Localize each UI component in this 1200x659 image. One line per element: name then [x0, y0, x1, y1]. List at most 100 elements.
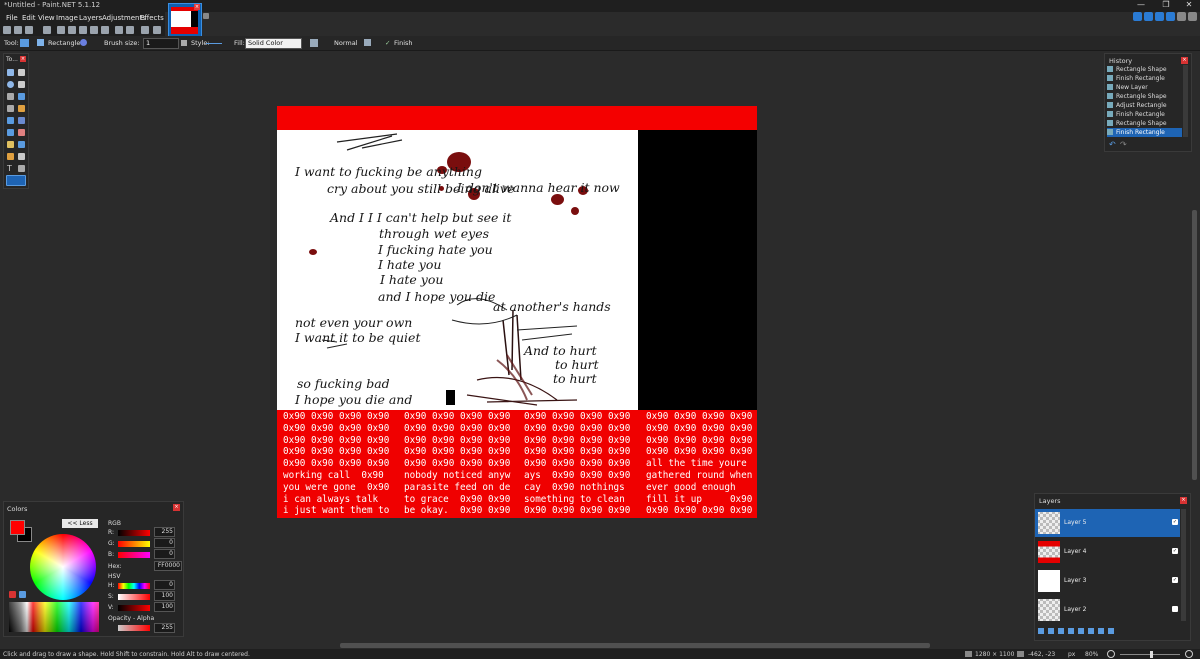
gradient-icon[interactable]: [18, 117, 25, 124]
layer-item[interactable]: Layer 3 ✓: [1035, 567, 1180, 595]
menu-edit[interactable]: Edit: [22, 14, 36, 22]
layer-visibility-checkbox[interactable]: ✓: [1172, 519, 1178, 525]
alpha-blending-icon[interactable]: [364, 39, 371, 46]
menu-effects[interactable]: Effects: [140, 14, 164, 22]
h-input[interactable]: 0: [154, 580, 175, 590]
layers-window-icon[interactable]: [1155, 12, 1164, 21]
close-tab-icon[interactable]: ×: [194, 4, 200, 10]
primary-color-swatch[interactable]: [10, 520, 25, 535]
help-icon[interactable]: [1188, 12, 1197, 21]
layers-scrollbar[interactable]: [1181, 509, 1186, 621]
tab-menu-icon[interactable]: [203, 13, 209, 19]
zoom-out-icon[interactable]: [1107, 650, 1115, 658]
open-icon[interactable]: [14, 26, 22, 34]
horizontal-scrollbar[interactable]: [340, 643, 930, 648]
clone-stamp-icon[interactable]: [7, 153, 14, 160]
rectangle-tool-icon[interactable]: [20, 39, 29, 47]
history-scrollbar[interactable]: [1183, 65, 1188, 137]
r-input[interactable]: 255: [154, 527, 175, 537]
color-palette[interactable]: [9, 602, 99, 632]
colors-window-icon[interactable]: [1166, 12, 1175, 21]
grid-icon[interactable]: [141, 26, 149, 34]
h-slider[interactable]: [118, 583, 150, 589]
shape-dropdown[interactable]: Rectangle: [48, 39, 80, 47]
line-curve-icon[interactable]: [18, 165, 25, 172]
color-wheel[interactable]: [30, 534, 96, 600]
hex-input[interactable]: FF0000: [154, 561, 182, 571]
color-picker-icon[interactable]: [18, 141, 25, 148]
lasso-icon[interactable]: [7, 81, 14, 88]
vertical-scrollbar[interactable]: [1192, 210, 1197, 480]
save-icon[interactable]: [25, 26, 33, 34]
v-slider[interactable]: [118, 605, 150, 611]
magic-wand-icon[interactable]: [18, 93, 25, 100]
move-selection-icon[interactable]: [18, 69, 25, 76]
dash-style-icon[interactable]: [206, 43, 222, 44]
layer-visibility-checkbox[interactable]: [1172, 606, 1178, 612]
antialias-icon[interactable]: [181, 40, 187, 46]
history-window-icon[interactable]: [1144, 12, 1153, 21]
layer-item[interactable]: Layer 5 ✓: [1035, 509, 1180, 537]
g-input[interactable]: 0: [154, 538, 175, 548]
history-item[interactable]: New Layer: [1107, 83, 1182, 92]
duplicate-layer-icon[interactable]: [1058, 628, 1064, 634]
new-icon[interactable]: [3, 26, 11, 34]
add-layer-icon[interactable]: [1038, 628, 1044, 634]
menu-view[interactable]: View: [38, 14, 55, 22]
recolor-icon[interactable]: [18, 153, 25, 160]
history-item[interactable]: Finish Rectangle: [1107, 110, 1182, 119]
v-input[interactable]: 100: [154, 602, 175, 612]
s-input[interactable]: 100: [154, 591, 175, 601]
deselect-icon[interactable]: [101, 26, 109, 34]
maximize-button[interactable]: ❐: [1155, 0, 1177, 12]
fill-dropdown[interactable]: Solid Color: [245, 38, 302, 49]
selection-mode-icon[interactable]: [310, 39, 318, 47]
history-item[interactable]: Finish Rectangle: [1107, 74, 1182, 83]
history-item[interactable]: Rectangle Shape: [1107, 92, 1182, 101]
pencil-icon[interactable]: [7, 141, 14, 148]
image-tab[interactable]: ×: [168, 3, 202, 37]
history-item[interactable]: Rectangle Shape: [1107, 65, 1182, 74]
shape-type-icon[interactable]: [80, 39, 87, 46]
tools-window-icon[interactable]: [1133, 12, 1142, 21]
history-item-selected[interactable]: Finish Rectangle: [1107, 128, 1182, 137]
paste-icon[interactable]: [79, 26, 87, 34]
brush-size-input[interactable]: 1: [143, 38, 179, 49]
copy-icon[interactable]: [68, 26, 76, 34]
layer-settings-icon[interactable]: [1108, 628, 1114, 634]
undo-icon[interactable]: [115, 26, 123, 34]
crop-icon[interactable]: [90, 26, 98, 34]
zoom-in-icon[interactable]: [1185, 650, 1193, 658]
less-button[interactable]: << Less: [62, 519, 98, 528]
delete-layer-icon[interactable]: [1048, 628, 1054, 634]
b-slider[interactable]: [118, 552, 150, 558]
close-button[interactable]: ✕: [1178, 0, 1200, 12]
r-slider[interactable]: [118, 530, 150, 536]
s-slider[interactable]: [118, 594, 150, 600]
layer-properties-icon[interactable]: [1098, 628, 1104, 634]
layer-item[interactable]: Layer 2: [1035, 596, 1180, 624]
tools-close-icon[interactable]: ×: [20, 56, 26, 62]
menu-layers[interactable]: Layers: [79, 14, 102, 22]
hand-icon[interactable]: [18, 105, 25, 112]
shape-icon[interactable]: [37, 39, 44, 46]
settings-icon[interactable]: [1177, 12, 1186, 21]
layer-visibility-checkbox[interactable]: ✓: [1172, 577, 1178, 583]
finish-button[interactable]: Finish: [394, 39, 413, 47]
zoom-level[interactable]: 80%: [1085, 651, 1098, 658]
cut-icon[interactable]: [57, 26, 65, 34]
text-icon[interactable]: T: [7, 165, 14, 173]
layer-visibility-checkbox[interactable]: ✓: [1172, 548, 1178, 554]
menu-image[interactable]: Image: [56, 14, 78, 22]
zoom-icon[interactable]: [7, 93, 14, 100]
layer-item[interactable]: Layer 4 ✓: [1035, 538, 1180, 566]
opacity-input[interactable]: 255: [154, 623, 175, 633]
minimize-button[interactable]: —: [1130, 0, 1152, 12]
undo-icon[interactable]: ↶: [1109, 140, 1116, 149]
layers-close-icon[interactable]: ×: [1180, 497, 1187, 504]
ruler-icon[interactable]: [153, 26, 161, 34]
print-icon[interactable]: [43, 26, 51, 34]
move-pixels-icon[interactable]: [18, 81, 25, 88]
merge-layer-icon[interactable]: [1068, 628, 1074, 634]
paintbrush-icon[interactable]: [7, 129, 14, 136]
